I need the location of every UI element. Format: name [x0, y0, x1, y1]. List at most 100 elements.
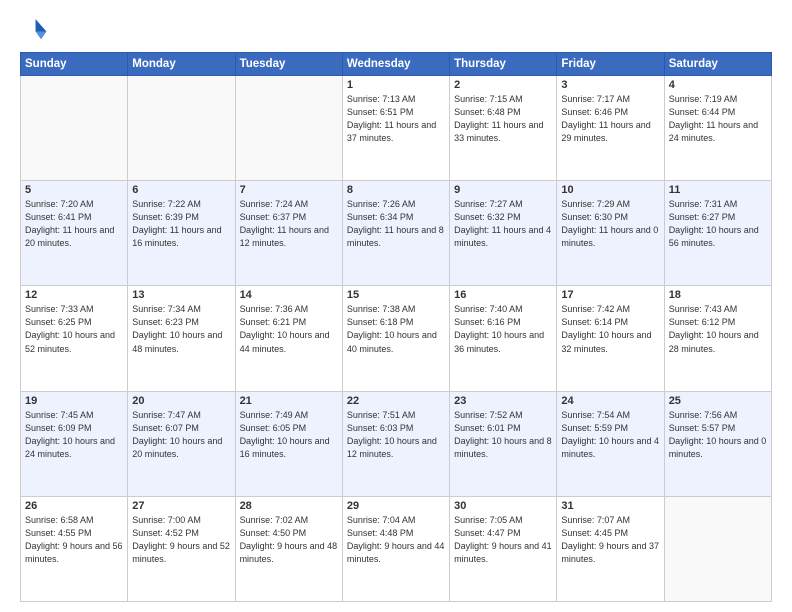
day-info: Sunrise: 7:22 AMSunset: 6:39 PMDaylight:…	[132, 198, 230, 250]
day-number: 13	[132, 289, 230, 301]
day-number: 10	[561, 184, 659, 196]
calendar-cell: 17 Sunrise: 7:42 AMSunset: 6:14 PMDayligh…	[557, 286, 664, 391]
day-info: Sunrise: 6:58 AMSunset: 4:55 PMDaylight:…	[25, 514, 123, 566]
day-number: 24	[561, 395, 659, 407]
calendar-cell: 12 Sunrise: 7:33 AMSunset: 6:25 PMDayligh…	[21, 286, 128, 391]
day-number: 23	[454, 395, 552, 407]
calendar-cell: 19 Sunrise: 7:45 AMSunset: 6:09 PMDayligh…	[21, 391, 128, 496]
week-row-4: 19 Sunrise: 7:45 AMSunset: 6:09 PMDayligh…	[21, 391, 772, 496]
calendar-cell: 6 Sunrise: 7:22 AMSunset: 6:39 PMDaylight…	[128, 181, 235, 286]
day-number: 16	[454, 289, 552, 301]
day-info: Sunrise: 7:15 AMSunset: 6:48 PMDaylight:…	[454, 93, 552, 145]
header	[20, 16, 772, 44]
day-number: 21	[240, 395, 338, 407]
logo	[20, 16, 52, 44]
calendar-cell: 15Sunrise: 7:38 AMSunset: 6:18 PMDayligh…	[342, 286, 449, 391]
day-info: Sunrise: 7:00 AMSunset: 4:52 PMDaylight:…	[132, 514, 230, 566]
day-number: 11	[669, 184, 767, 196]
week-row-2: 5 Sunrise: 7:20 AMSunset: 6:41 PMDaylight…	[21, 181, 772, 286]
day-info: Sunrise: 7:49 AMSunset: 6:05 PMDaylight:…	[240, 409, 338, 461]
day-number: 14	[240, 289, 338, 301]
calendar-cell: 2 Sunrise: 7:15 AMSunset: 6:48 PMDaylight…	[450, 76, 557, 181]
day-number: 12	[25, 289, 123, 301]
calendar-cell: 25 Sunrise: 7:56 AMSunset: 5:57 PMDayligh…	[664, 391, 771, 496]
day-info: Sunrise: 7:51 AMSunset: 6:03 PMDaylight:…	[347, 409, 445, 461]
calendar-cell: 5 Sunrise: 7:20 AMSunset: 6:41 PMDaylight…	[21, 181, 128, 286]
day-number: 19	[25, 395, 123, 407]
day-info: Sunrise: 7:54 AMSunset: 5:59 PMDaylight:…	[561, 409, 659, 461]
day-number: 6	[132, 184, 230, 196]
day-number: 9	[454, 184, 552, 196]
calendar-cell: 28Sunrise: 7:02 AMSunset: 4:50 PMDayligh…	[235, 496, 342, 601]
day-number: 27	[132, 500, 230, 512]
day-info: Sunrise: 7:29 AMSunset: 6:30 PMDaylight:…	[561, 198, 659, 250]
day-info: Sunrise: 7:47 AMSunset: 6:07 PMDaylight:…	[132, 409, 230, 461]
day-info: Sunrise: 7:52 AMSunset: 6:01 PMDaylight:…	[454, 409, 552, 461]
calendar-cell: 8Sunrise: 7:26 AMSunset: 6:34 PMDaylight…	[342, 181, 449, 286]
calendar-cell: 11 Sunrise: 7:31 AMSunset: 6:27 PMDayligh…	[664, 181, 771, 286]
day-info: Sunrise: 7:13 AMSunset: 6:51 PMDaylight:…	[347, 93, 445, 145]
day-info: Sunrise: 7:27 AMSunset: 6:32 PMDaylight:…	[454, 198, 552, 250]
weekday-header-tuesday: Tuesday	[235, 53, 342, 76]
day-number: 4	[669, 79, 767, 91]
day-number: 1	[347, 79, 445, 91]
day-number: 2	[454, 79, 552, 91]
weekday-header-row: SundayMondayTuesdayWednesdayThursdayFrid…	[21, 53, 772, 76]
day-info: Sunrise: 7:43 AMSunset: 6:12 PMDaylight:…	[669, 303, 767, 355]
weekday-header-friday: Friday	[557, 53, 664, 76]
calendar-cell: 24 Sunrise: 7:54 AMSunset: 5:59 PMDayligh…	[557, 391, 664, 496]
calendar-cell: 18 Sunrise: 7:43 AMSunset: 6:12 PMDayligh…	[664, 286, 771, 391]
day-number: 26	[25, 500, 123, 512]
calendar-cell: 26 Sunrise: 6:58 AMSunset: 4:55 PMDayligh…	[21, 496, 128, 601]
week-row-3: 12 Sunrise: 7:33 AMSunset: 6:25 PMDayligh…	[21, 286, 772, 391]
calendar-cell: 20Sunrise: 7:47 AMSunset: 6:07 PMDayligh…	[128, 391, 235, 496]
calendar-cell: 16Sunrise: 7:40 AMSunset: 6:16 PMDayligh…	[450, 286, 557, 391]
day-info: Sunrise: 7:31 AMSunset: 6:27 PMDaylight:…	[669, 198, 767, 250]
day-number: 30	[454, 500, 552, 512]
calendar-cell: 31 Sunrise: 7:07 AMSunset: 4:45 PMDayligh…	[557, 496, 664, 601]
calendar-cell: 29 Sunrise: 7:04 AMSunset: 4:48 PMDayligh…	[342, 496, 449, 601]
calendar-cell	[235, 76, 342, 181]
day-number: 17	[561, 289, 659, 301]
weekday-header-sunday: Sunday	[21, 53, 128, 76]
calendar-cell: 3Sunrise: 7:17 AMSunset: 6:46 PMDaylight…	[557, 76, 664, 181]
calendar-cell: 30 Sunrise: 7:05 AMSunset: 4:47 PMDayligh…	[450, 496, 557, 601]
weekday-header-thursday: Thursday	[450, 53, 557, 76]
day-info: Sunrise: 7:45 AMSunset: 6:09 PMDaylight:…	[25, 409, 123, 461]
day-info: Sunrise: 7:05 AMSunset: 4:47 PMDaylight:…	[454, 514, 552, 566]
day-info: Sunrise: 7:24 AMSunset: 6:37 PMDaylight:…	[240, 198, 338, 250]
calendar-cell: 7 Sunrise: 7:24 AMSunset: 6:37 PMDaylight…	[235, 181, 342, 286]
week-row-1: 1 Sunrise: 7:13 AMSunset: 6:51 PMDaylight…	[21, 76, 772, 181]
calendar-cell: 14Sunrise: 7:36 AMSunset: 6:21 PMDayligh…	[235, 286, 342, 391]
calendar-cell: 4Sunrise: 7:19 AMSunset: 6:44 PMDaylight…	[664, 76, 771, 181]
day-number: 7	[240, 184, 338, 196]
day-number: 15	[347, 289, 445, 301]
day-number: 31	[561, 500, 659, 512]
day-info: Sunrise: 7:33 AMSunset: 6:25 PMDaylight:…	[25, 303, 123, 355]
calendar-cell: 13 Sunrise: 7:34 AMSunset: 6:23 PMDayligh…	[128, 286, 235, 391]
calendar: SundayMondayTuesdayWednesdayThursdayFrid…	[20, 52, 772, 602]
day-info: Sunrise: 7:07 AMSunset: 4:45 PMDaylight:…	[561, 514, 659, 566]
day-number: 5	[25, 184, 123, 196]
calendar-cell: 9 Sunrise: 7:27 AMSunset: 6:32 PMDaylight…	[450, 181, 557, 286]
day-info: Sunrise: 7:04 AMSunset: 4:48 PMDaylight:…	[347, 514, 445, 566]
day-info: Sunrise: 7:56 AMSunset: 5:57 PMDaylight:…	[669, 409, 767, 461]
calendar-cell: 1 Sunrise: 7:13 AMSunset: 6:51 PMDaylight…	[342, 76, 449, 181]
day-number: 28	[240, 500, 338, 512]
calendar-cell: 22Sunrise: 7:51 AMSunset: 6:03 PMDayligh…	[342, 391, 449, 496]
day-info: Sunrise: 7:42 AMSunset: 6:14 PMDaylight:…	[561, 303, 659, 355]
day-number: 18	[669, 289, 767, 301]
day-number: 29	[347, 500, 445, 512]
calendar-cell: 10 Sunrise: 7:29 AMSunset: 6:30 PMDayligh…	[557, 181, 664, 286]
weekday-header-saturday: Saturday	[664, 53, 771, 76]
calendar-cell: 21 Sunrise: 7:49 AMSunset: 6:05 PMDayligh…	[235, 391, 342, 496]
logo-icon	[20, 16, 48, 44]
day-info: Sunrise: 7:20 AMSunset: 6:41 PMDaylight:…	[25, 198, 123, 250]
week-row-5: 26 Sunrise: 6:58 AMSunset: 4:55 PMDayligh…	[21, 496, 772, 601]
weekday-header-wednesday: Wednesday	[342, 53, 449, 76]
day-info: Sunrise: 7:34 AMSunset: 6:23 PMDaylight:…	[132, 303, 230, 355]
page: SundayMondayTuesdayWednesdayThursdayFrid…	[0, 0, 792, 612]
day-number: 3	[561, 79, 659, 91]
weekday-header-monday: Monday	[128, 53, 235, 76]
day-number: 25	[669, 395, 767, 407]
